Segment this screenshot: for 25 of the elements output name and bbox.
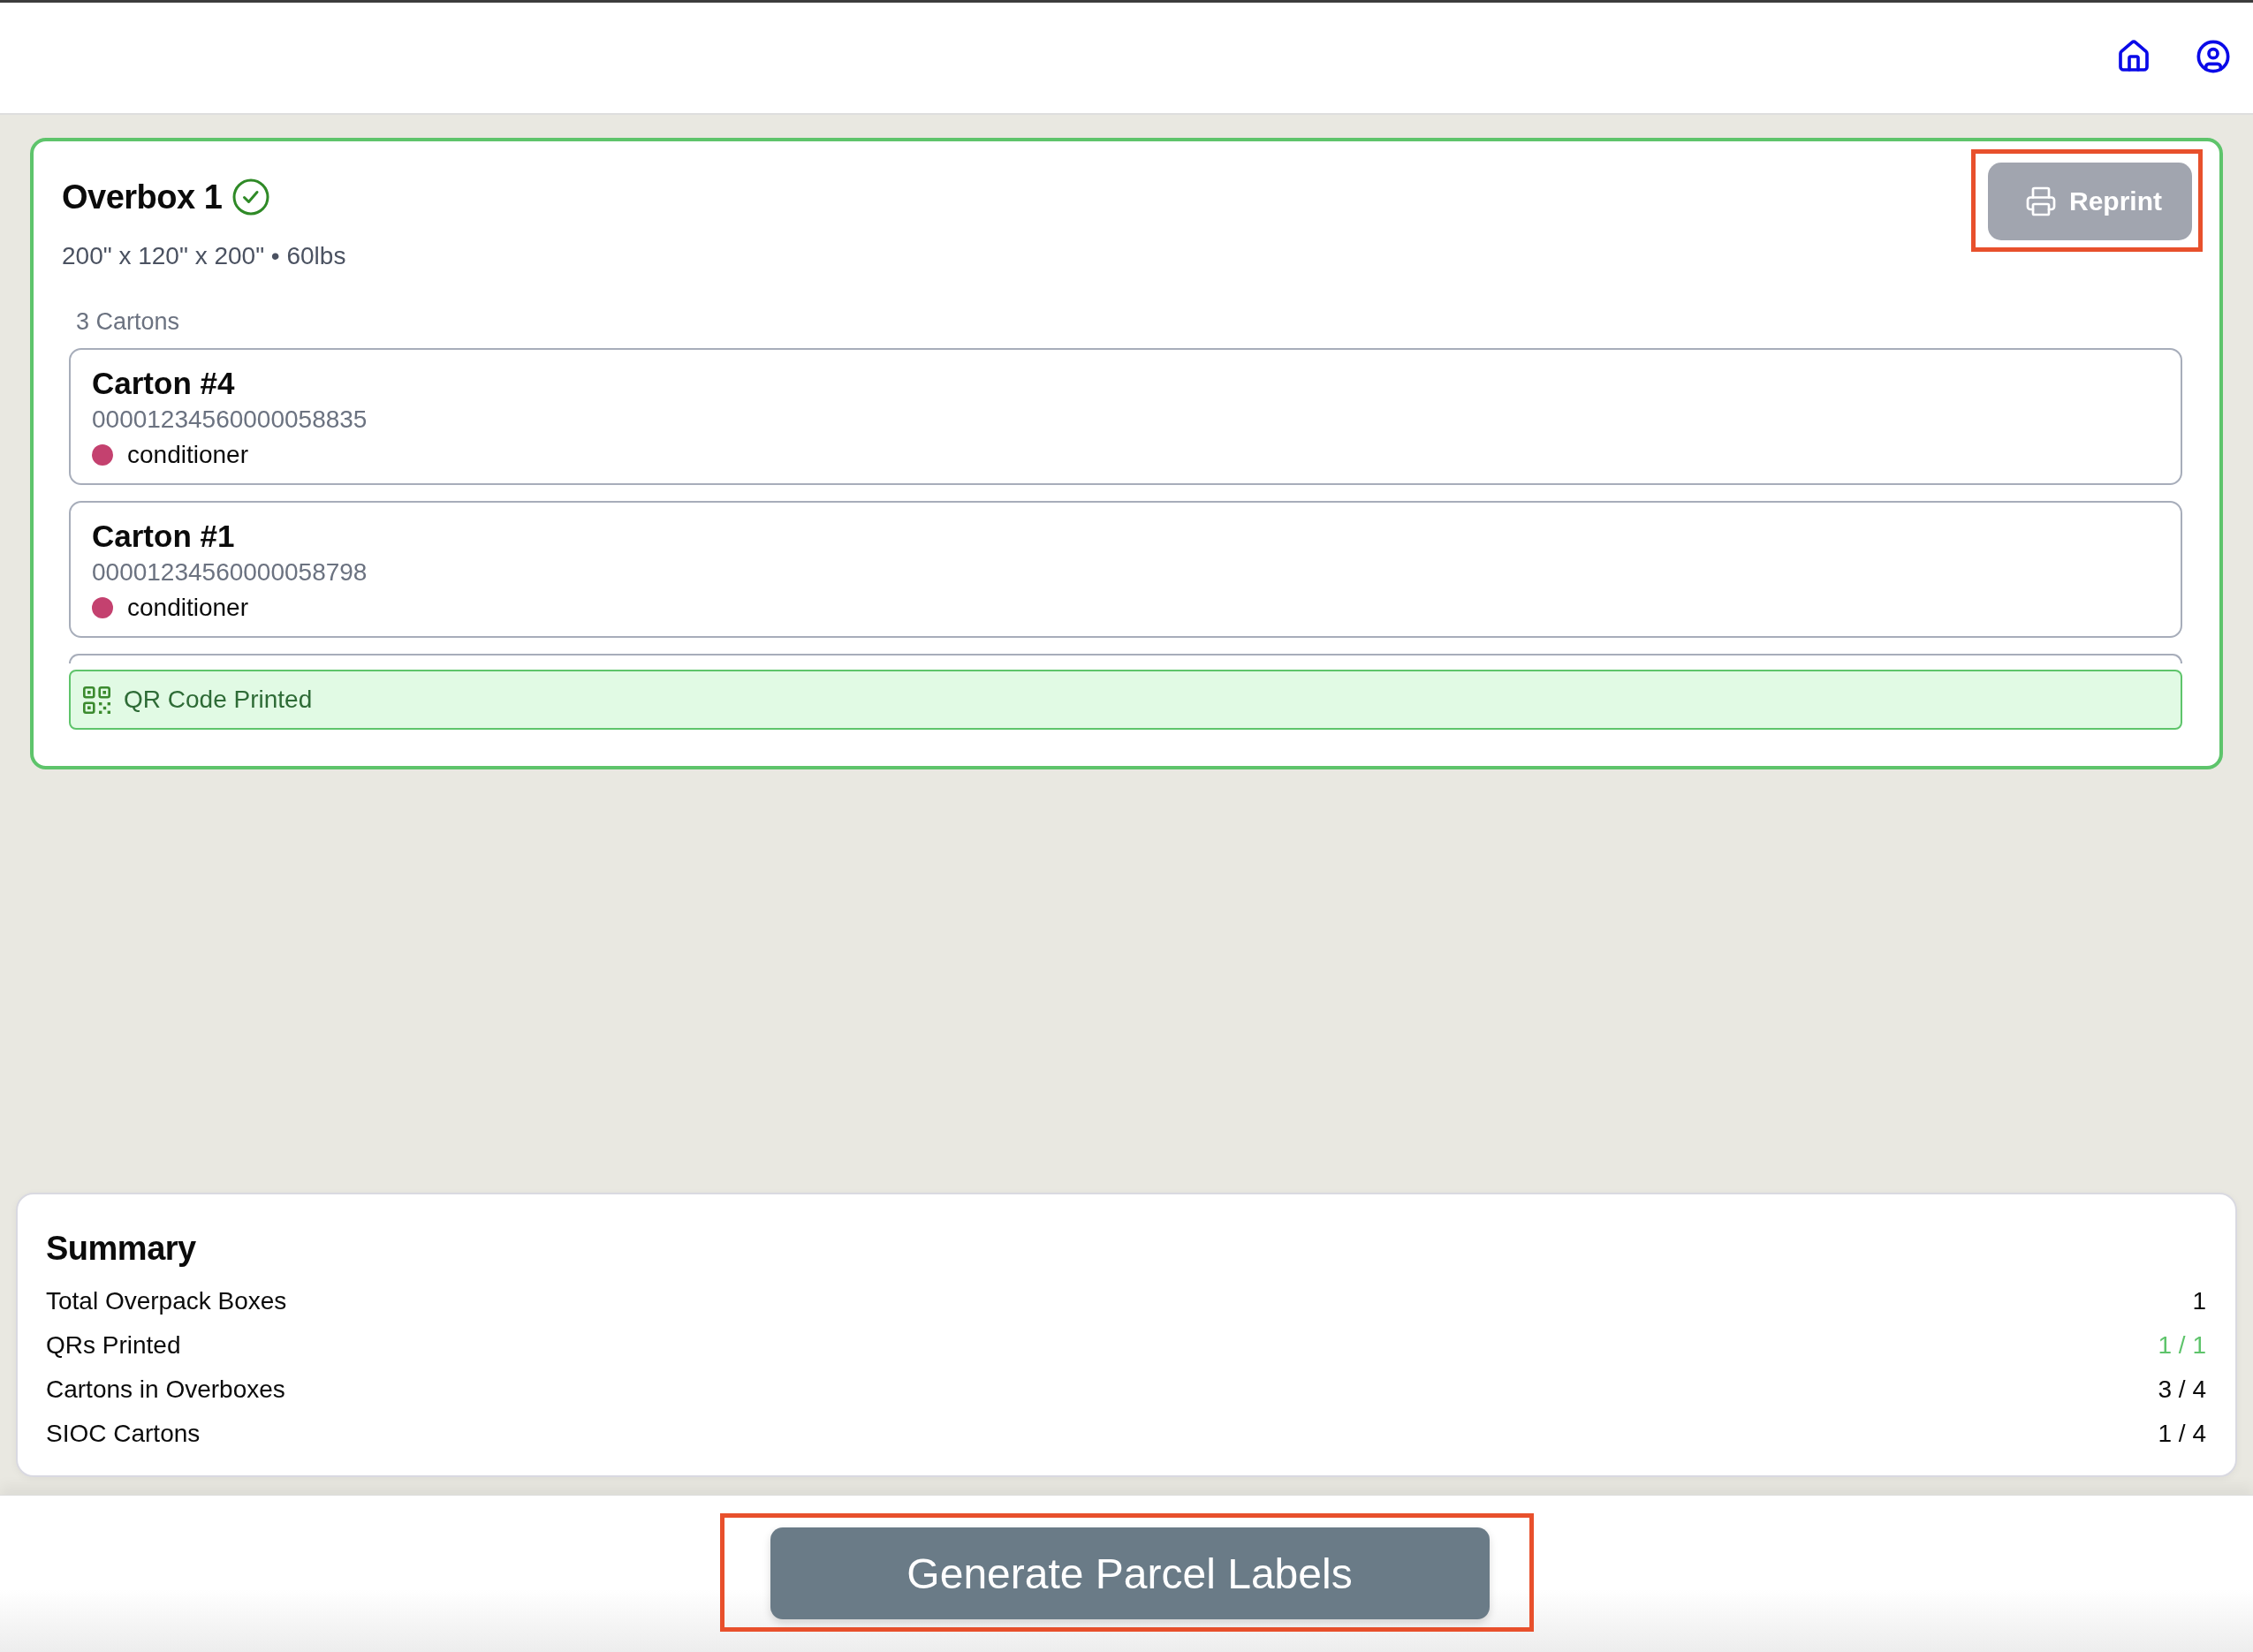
product-name: conditioner xyxy=(127,441,248,469)
summary-label: QRs Printed xyxy=(46,1331,181,1360)
home-icon[interactable] xyxy=(2116,38,2151,74)
printer-icon xyxy=(2025,186,2057,217)
summary-value: 1 xyxy=(2192,1287,2206,1315)
qr-status-text: QR Code Printed xyxy=(124,686,313,714)
qr-code-icon xyxy=(83,686,110,714)
carton-code: 00001234560000058798 xyxy=(92,557,368,587)
overbox-title: Overbox 1 xyxy=(62,178,223,217)
summary-value: 1 / 4 xyxy=(2158,1420,2206,1448)
overbox-details: 200" x 120" x 200" • 60lbs xyxy=(62,241,346,271)
carton-title: Carton #4 xyxy=(92,365,236,402)
summary-value: 1 / 1 xyxy=(2158,1331,2206,1360)
carton-count: 3 Cartons xyxy=(75,307,181,337)
reprint-button[interactable]: Reprint xyxy=(1988,163,2192,240)
carton-title: Carton #1 xyxy=(92,518,236,555)
generate-labels-button[interactable]: Generate Parcel Labels xyxy=(770,1527,1490,1619)
user-profile-icon[interactable] xyxy=(2196,38,2231,74)
summary-title: Summary xyxy=(46,1229,197,1269)
summary-label: SIOC Cartons xyxy=(46,1420,201,1448)
summary-label: Cartons in Overboxes xyxy=(46,1375,285,1404)
summary-label: Total Overpack Boxes xyxy=(46,1287,287,1315)
product-name: conditioner xyxy=(127,594,248,622)
carton-code: 00001234560000058835 xyxy=(92,405,368,435)
summary-value: 3 / 4 xyxy=(2158,1375,2206,1404)
